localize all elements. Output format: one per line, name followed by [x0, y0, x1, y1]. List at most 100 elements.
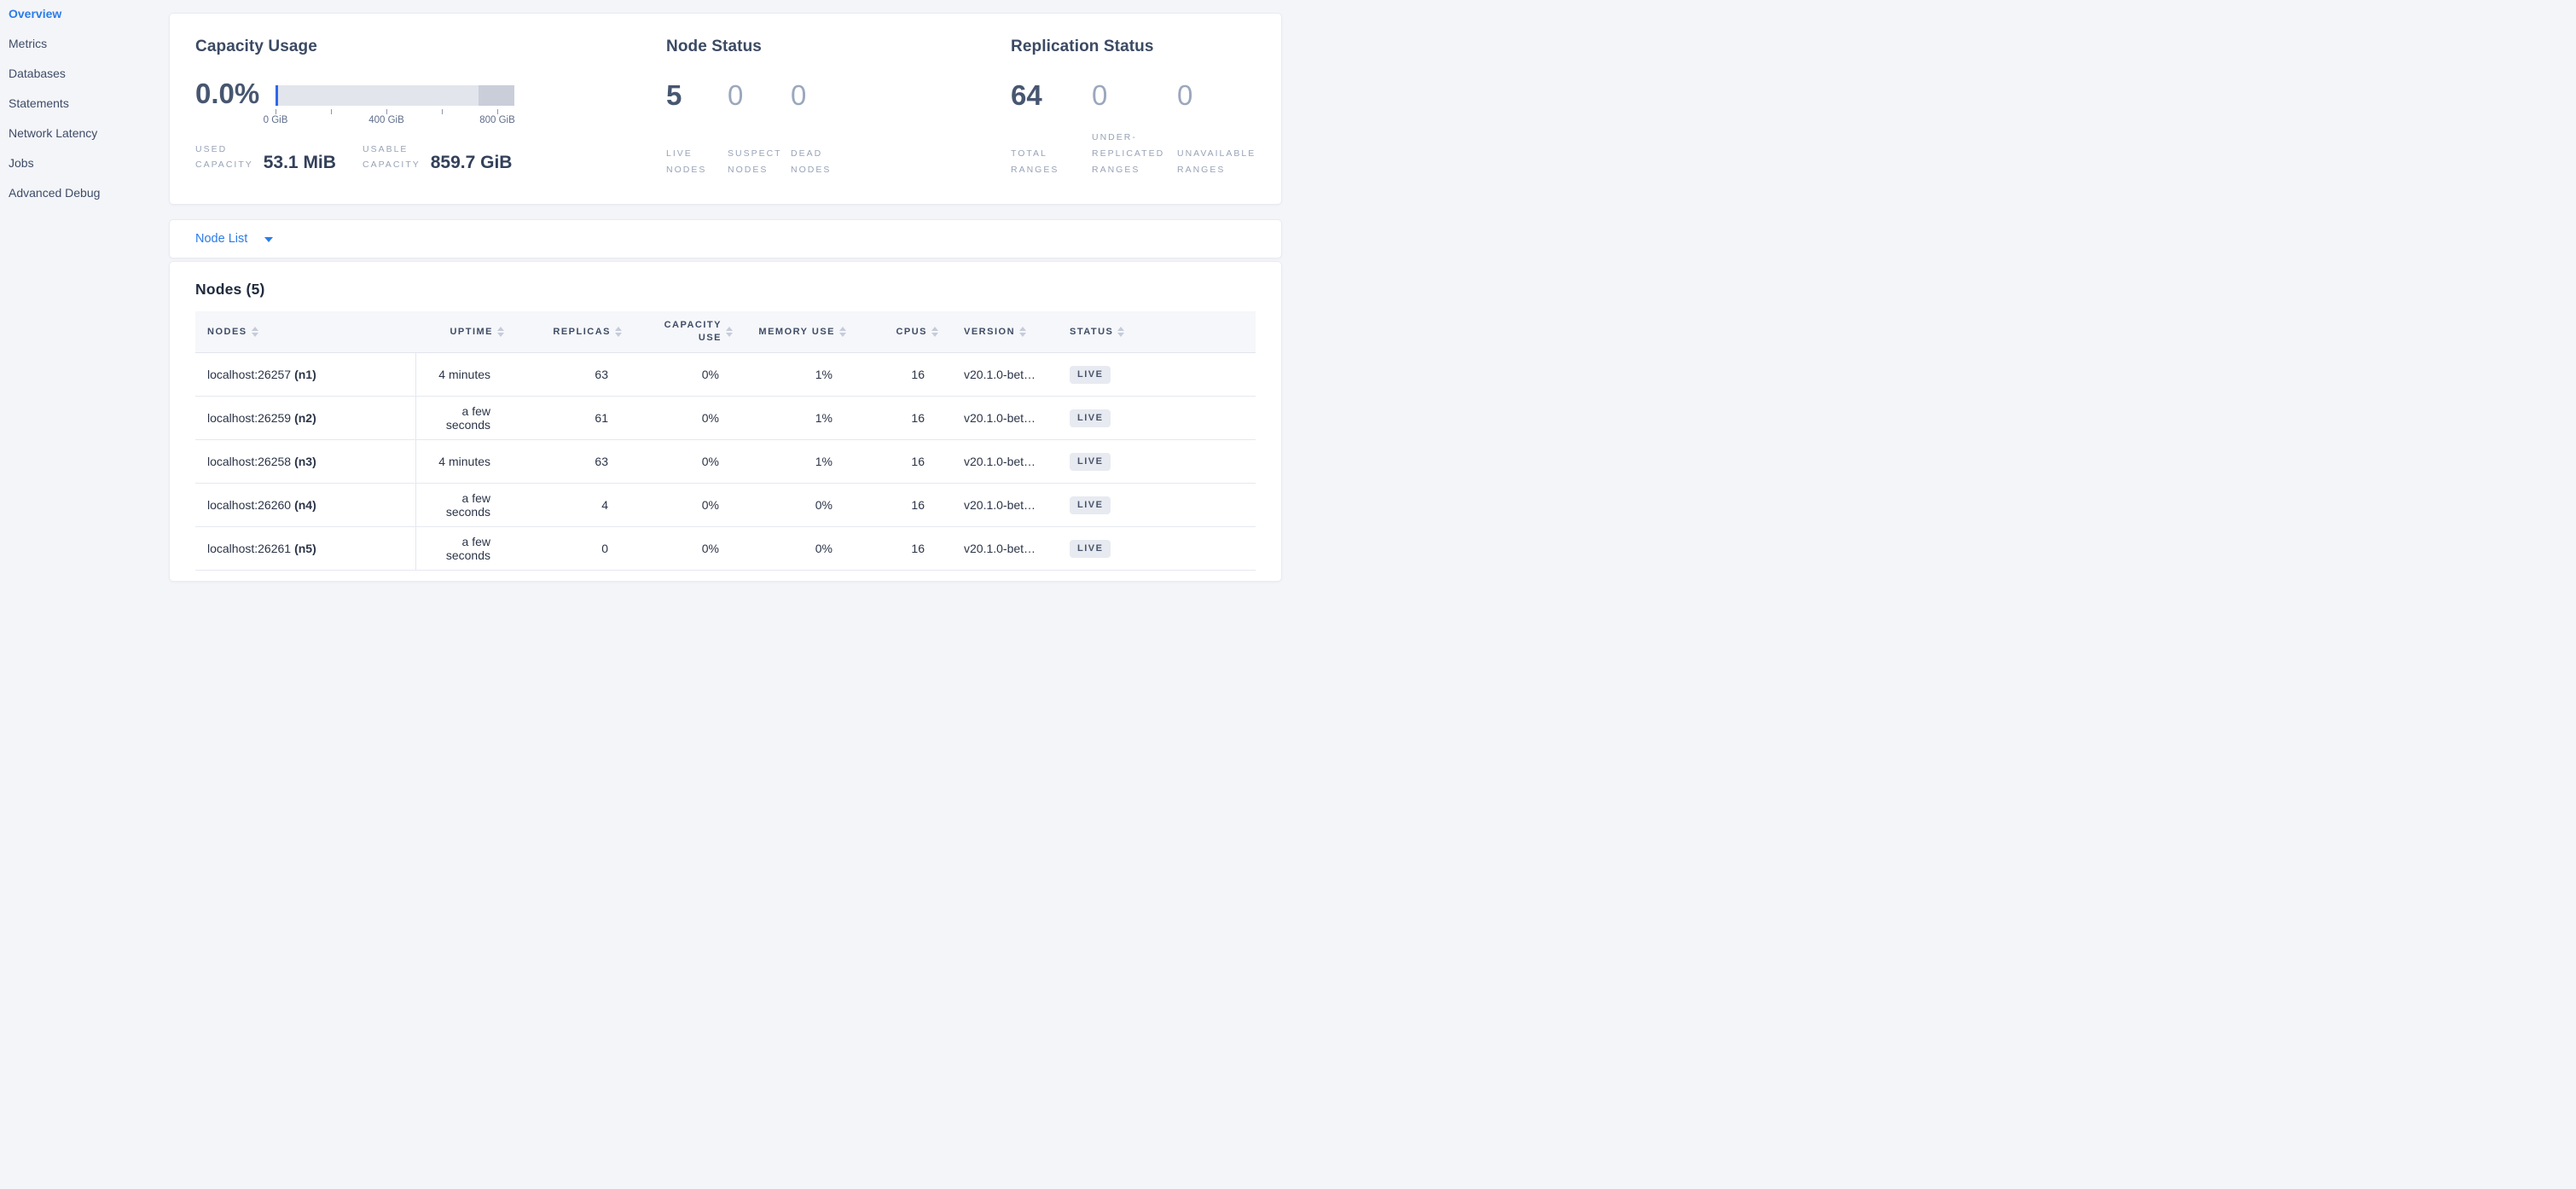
table-row[interactable]: localhost:26257(n1) 4 minutes 63 0% 1% 1… [195, 353, 1256, 397]
cpus-cell: 16 [846, 527, 938, 571]
status-badge: LIVE [1070, 409, 1111, 427]
column-header-version[interactable]: VERSION [938, 311, 1059, 353]
sort-icon [252, 327, 258, 337]
suspect-nodes-count: 0 [728, 79, 791, 112]
version-cell: v20.1.0-bet… [938, 397, 1059, 440]
sort-icon [1117, 327, 1124, 337]
column-header-replicas[interactable]: REPLICAS [504, 311, 622, 353]
sort-icon [839, 327, 846, 337]
capacity-use-cell: 0% [622, 527, 733, 571]
sort-icon [726, 327, 733, 337]
table-row[interactable]: localhost:26261(n5) a few seconds 0 0% 0… [195, 527, 1256, 571]
sidebar-item-jobs[interactable]: Jobs [9, 157, 169, 169]
column-header-status[interactable]: STATUS [1059, 311, 1256, 353]
sidebar-item-databases[interactable]: Databases [9, 67, 169, 79]
sidebar-item-overview[interactable]: Overview [9, 8, 169, 20]
column-header-memory-use[interactable]: MEMORY USE [733, 311, 846, 353]
status-badge: LIVE [1070, 496, 1111, 514]
memory-use-cell: 0% [733, 527, 846, 571]
chevron-down-icon [264, 237, 273, 242]
replicas-cell: 63 [504, 353, 622, 397]
table-header-row: NODES UPTIME REPLICAS CAPACITY USE MEMOR… [195, 311, 1256, 353]
nodes-table-title: Nodes (5) [195, 281, 1256, 299]
used-capacity-stat: USED CAPACITY 53.1 MiB [195, 142, 363, 172]
used-capacity-value: 53.1 MiB [264, 154, 336, 172]
node-address-cell: localhost:26259(n2) [195, 397, 415, 440]
overview-page: Overview Metrics Databases Statements Ne… [0, 0, 1288, 594]
capacity-use-cell: 0% [622, 440, 733, 484]
node-status-section: Node Status 5 LIVE NODES 0 SUSPECT NODE [666, 36, 1011, 185]
sort-icon [615, 327, 622, 337]
cpus-cell: 16 [846, 353, 938, 397]
total-ranges-count: 64 [1011, 79, 1092, 112]
sidebar-item-network-latency[interactable]: Network Latency [9, 127, 169, 139]
bar-dark-segment [479, 85, 514, 106]
replicas-cell: 61 [504, 397, 622, 440]
status-cell: LIVE [1059, 440, 1256, 484]
node-address: localhost:26257 [207, 368, 291, 381]
replicas-cell: 4 [504, 484, 622, 527]
capacity-use-cell: 0% [622, 397, 733, 440]
version-cell: v20.1.0-bet… [938, 484, 1059, 527]
capacity-usage-title: Capacity Usage [195, 36, 666, 57]
column-header-cpus[interactable]: CPUS [846, 311, 938, 353]
column-header-nodes[interactable]: NODES [195, 311, 415, 353]
status-badge: LIVE [1070, 453, 1111, 471]
sort-icon [1019, 327, 1026, 337]
node-address-cell: localhost:26261(n5) [195, 527, 415, 571]
table-row[interactable]: localhost:26260(n4) a few seconds 4 0% 0… [195, 484, 1256, 527]
node-id: (n2) [294, 411, 316, 425]
node-address-cell: localhost:26257(n1) [195, 353, 415, 397]
status-cell: LIVE [1059, 484, 1256, 527]
axis-label-400gib: 400 GiB [368, 115, 404, 125]
under-replicated-ranges-figure: 0 UNDER- REPLICATED RANGES [1092, 79, 1177, 178]
replicas-cell: 63 [504, 440, 622, 484]
sidebar-item-metrics[interactable]: Metrics [9, 38, 169, 49]
uptime-cell: a few seconds [415, 484, 504, 527]
status-cell: LIVE [1059, 527, 1256, 571]
version-cell: v20.1.0-bet… [938, 527, 1059, 571]
capacity-use-cell: 0% [622, 353, 733, 397]
uptime-cell: a few seconds [415, 527, 504, 571]
axis-label-800gib: 800 GiB [479, 115, 515, 125]
column-header-capacity-use[interactable]: CAPACITY USE [622, 311, 733, 353]
sidebar-item-advanced-debug[interactable]: Advanced Debug [9, 187, 169, 199]
nodes-table: NODES UPTIME REPLICAS CAPACITY USE MEMOR… [195, 311, 1256, 571]
dead-nodes-count: 0 [791, 79, 831, 112]
replication-status-title: Replication Status [1011, 36, 1256, 57]
node-address: localhost:26261 [207, 542, 291, 555]
cpus-cell: 16 [846, 484, 938, 527]
replicas-cell: 0 [504, 527, 622, 571]
suspect-nodes-figure: 0 SUSPECT NODES [728, 79, 791, 178]
dead-nodes-figure: 0 DEAD NODES [791, 79, 831, 178]
node-address-cell: localhost:26258(n3) [195, 440, 415, 484]
unavailable-ranges-count: 0 [1177, 79, 1256, 112]
capacity-axis-ticks [276, 106, 514, 114]
node-address: localhost:26258 [207, 455, 291, 468]
table-row[interactable]: localhost:26258(n3) 4 minutes 63 0% 1% 1… [195, 440, 1256, 484]
replication-status-section: Replication Status 64 TOTAL RANGES 0 UND… [1011, 36, 1256, 185]
node-id: (n1) [294, 368, 316, 381]
table-row[interactable]: localhost:26259(n2) a few seconds 61 0% … [195, 397, 1256, 440]
uptime-cell: a few seconds [415, 397, 504, 440]
column-header-uptime[interactable]: UPTIME [415, 311, 504, 353]
main-content: Capacity Usage 0.0% [169, 0, 1288, 594]
node-address: localhost:26260 [207, 498, 291, 512]
nodes-table-card: Nodes (5) NODES UPTIME REPLICAS CAPACITY… [169, 261, 1282, 582]
sidebar-item-statements[interactable]: Statements [9, 97, 169, 109]
axis-label-0gib: 0 GiB [264, 115, 288, 125]
memory-use-cell: 0% [733, 484, 846, 527]
uptime-cell: 4 minutes [415, 353, 504, 397]
cpus-cell: 16 [846, 440, 938, 484]
node-list-label: Node List [195, 232, 247, 246]
capacity-axis-labels: 0 GiB 400 GiB 800 GiB [276, 114, 514, 126]
sidebar: Overview Metrics Databases Statements Ne… [0, 0, 169, 594]
memory-use-cell: 1% [733, 353, 846, 397]
bar-used-indicator [276, 85, 278, 106]
cpus-cell: 16 [846, 397, 938, 440]
node-list-dropdown[interactable]: Node List [195, 232, 273, 246]
live-nodes-figure: 5 LIVE NODES [666, 79, 728, 178]
capacity-use-cell: 0% [622, 484, 733, 527]
version-cell: v20.1.0-bet… [938, 440, 1059, 484]
node-list-bar: Node List [169, 219, 1282, 258]
